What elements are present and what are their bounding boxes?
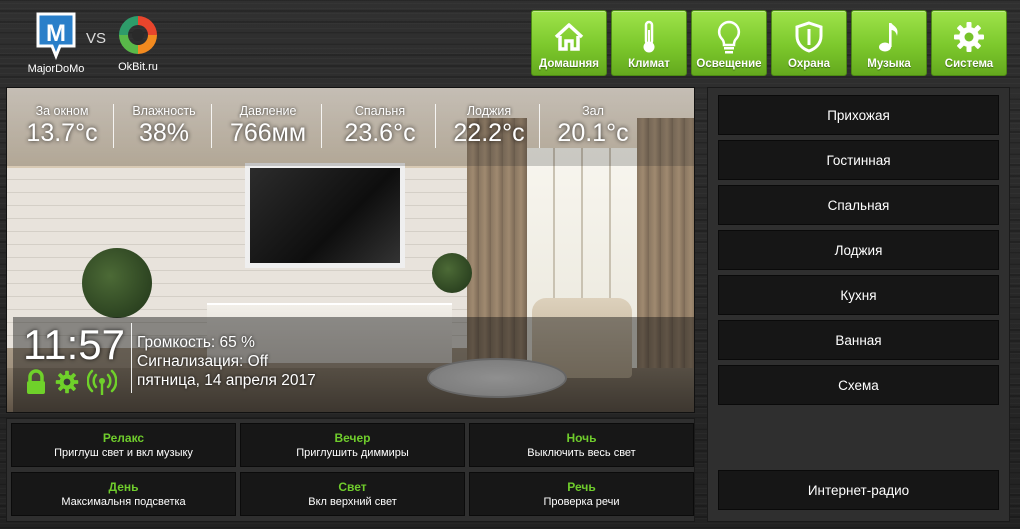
sensor-value: 23.6°c bbox=[344, 119, 416, 147]
okbit-logo[interactable]: OkBit.ru bbox=[108, 12, 168, 73]
nav-music-button[interactable]: Музыка bbox=[851, 10, 927, 76]
nav-home-label: Домашняя bbox=[539, 58, 599, 70]
okbit-ring-icon bbox=[115, 12, 161, 58]
photo-plant-small bbox=[432, 253, 472, 293]
scene-title: Речь bbox=[567, 479, 596, 494]
lock-icon[interactable] bbox=[25, 369, 47, 400]
majordomo-m-icon: M bbox=[34, 10, 78, 60]
room-bathroom-button[interactable]: Ванная bbox=[718, 320, 999, 360]
sensor-bar: За окном 13.7°c Влажность 38% Давление 7… bbox=[7, 88, 694, 166]
scene-desc: Проверка речи bbox=[543, 495, 620, 508]
volume-text: Громкость: 65 % bbox=[137, 334, 255, 351]
scene-desc: Вкл верхний свет bbox=[308, 495, 397, 508]
gear-icon bbox=[953, 20, 985, 54]
sensor-outside[interactable]: За окном 13.7°c bbox=[7, 88, 113, 148]
nav-system-label: Система bbox=[944, 58, 994, 70]
music-note-icon bbox=[877, 20, 901, 54]
scene-speech-button[interactable]: Речь Проверка речи bbox=[469, 472, 694, 516]
room-bedroom-button[interactable]: Спальная bbox=[718, 185, 999, 225]
scene-light-button[interactable]: Свет Вкл верхний свет bbox=[240, 472, 465, 516]
lightbulb-icon bbox=[716, 20, 742, 54]
status-divider bbox=[131, 323, 132, 393]
nav-lighting-button[interactable]: Освещение bbox=[691, 10, 767, 76]
sensor-label: Давление bbox=[239, 104, 297, 118]
svg-text:M: M bbox=[46, 20, 66, 47]
nav-music-label: Музыка bbox=[867, 58, 911, 70]
scene-desc: Приглуш свет и вкл музыку bbox=[54, 446, 193, 459]
sensor-value: 766мм bbox=[229, 119, 307, 147]
scene-relax-button[interactable]: Релакс Приглуш свет и вкл музыку bbox=[11, 423, 236, 467]
sensor-value: 20.1°c bbox=[557, 119, 629, 147]
sensor-value: 13.7°c bbox=[26, 119, 98, 147]
nav-home-button[interactable]: Домашняя bbox=[531, 10, 607, 76]
room-hallway-button[interactable]: Прихожая bbox=[718, 95, 999, 135]
sensor-label: Зал bbox=[582, 104, 604, 118]
scene-title: Вечер bbox=[334, 430, 371, 445]
room-kitchen-button[interactable]: Кухня bbox=[718, 275, 999, 315]
sensor-value: 22.2°c bbox=[453, 119, 525, 147]
home-icon bbox=[553, 20, 585, 54]
sensor-loggia[interactable]: Лоджия 22.2°c bbox=[435, 88, 539, 148]
scene-panel: Релакс Приглуш свет и вкл музыку Вечер П… bbox=[6, 418, 695, 522]
shield-icon bbox=[795, 20, 823, 54]
nav-climate-label: Климат bbox=[628, 58, 670, 70]
nav-lighting-label: Освещение bbox=[696, 58, 762, 70]
sensor-value: 38% bbox=[138, 119, 190, 147]
status-overlay: 11:57 Громкость: 65 % Сигнализация: Off … bbox=[13, 317, 694, 412]
date-text: пятница, 14 апреля 2017 bbox=[137, 372, 316, 389]
room-loggia-button[interactable]: Лоджия bbox=[718, 230, 999, 270]
majordomo-caption: MajorDoMo bbox=[27, 63, 85, 75]
thermometer-icon bbox=[640, 20, 658, 54]
room-living-button[interactable]: Гостинная bbox=[718, 140, 999, 180]
status-icons bbox=[25, 369, 118, 400]
okbit-caption: OkBit.ru bbox=[118, 61, 158, 73]
sensor-label: За окном bbox=[35, 104, 89, 118]
scene-desc: Приглушить диммиры bbox=[296, 446, 409, 459]
sensor-humidity[interactable]: Влажность 38% bbox=[113, 88, 211, 148]
sensor-bedroom[interactable]: Спальня 23.6°c bbox=[321, 88, 435, 148]
clock: 11:57 bbox=[23, 321, 125, 368]
gear-icon[interactable] bbox=[55, 370, 79, 399]
room-photo-panel: За окном 13.7°c Влажность 38% Давление 7… bbox=[6, 87, 695, 413]
rooms-sidebar: Прихожая Гостинная Спальная Лоджия Кухня… bbox=[707, 87, 1010, 522]
sensor-label: Спальня bbox=[354, 104, 406, 118]
scene-title: Свет bbox=[338, 479, 367, 494]
scene-title: Ночь bbox=[566, 430, 597, 445]
photo-plant bbox=[82, 248, 152, 318]
scene-desc: Максимальня подсветка bbox=[61, 495, 186, 508]
alarm-text: Сигнализация: Off bbox=[137, 353, 269, 370]
status-info: Громкость: 65 % Сигнализация: Off пятниц… bbox=[137, 333, 316, 390]
room-scheme-button[interactable]: Схема bbox=[718, 365, 999, 405]
scene-evening-button[interactable]: Вечер Приглушить диммиры bbox=[240, 423, 465, 467]
top-nav: Домашняя Климат Освещение Охрана Музыка … bbox=[531, 10, 1007, 76]
scene-day-button[interactable]: День Максимальня подсветка bbox=[11, 472, 236, 516]
scene-desc: Выключить весь свет bbox=[527, 446, 636, 459]
sensor-label: Влажность bbox=[132, 104, 196, 118]
nav-security-label: Охрана bbox=[787, 58, 831, 70]
scene-title: Релакс bbox=[102, 430, 145, 445]
scene-night-button[interactable]: Ночь Выключить весь свет bbox=[469, 423, 694, 467]
scene-title: День bbox=[108, 479, 139, 494]
majordomo-logo[interactable]: M MajorDoMo bbox=[24, 10, 88, 75]
nav-climate-button[interactable]: Климат bbox=[611, 10, 687, 76]
sensor-pressure[interactable]: Давление 766мм bbox=[211, 88, 321, 148]
nav-security-button[interactable]: Охрана bbox=[771, 10, 847, 76]
sensor-label: Лоджия bbox=[466, 104, 512, 118]
vs-label: VS bbox=[86, 30, 107, 47]
internet-radio-button[interactable]: Интернет-радио bbox=[718, 470, 999, 510]
wifi-antenna-icon[interactable] bbox=[86, 369, 118, 400]
photo-tv bbox=[245, 163, 405, 268]
sensor-hall[interactable]: Зал 20.1°c bbox=[539, 88, 643, 148]
nav-system-button[interactable]: Система bbox=[931, 10, 1007, 76]
